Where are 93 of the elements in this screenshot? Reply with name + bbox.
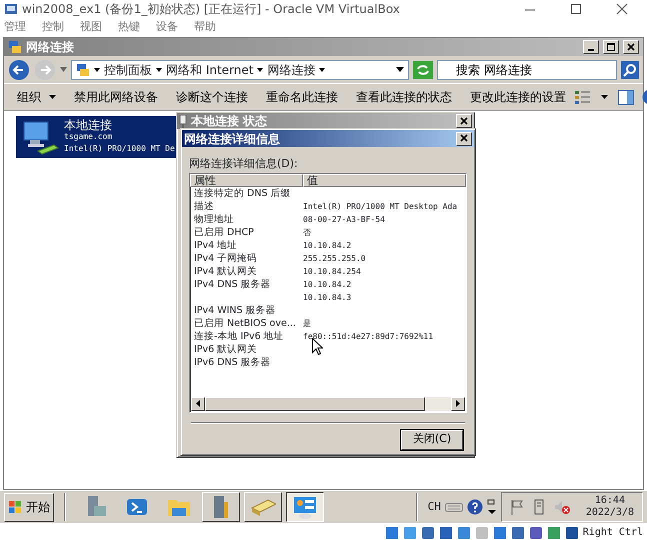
close-icon — [460, 116, 468, 125]
table-cell-text: 连接-本地 IPv6 地址 — [193, 330, 285, 342]
table-cell-text: 08-00-27-A3-BF-54 — [303, 214, 386, 226]
window-title: 网络连接 — [26, 39, 75, 56]
table-cell-text: IPv4 WINS 服务器 — [193, 304, 277, 316]
table-cell-text: 已启用 DHCP — [193, 226, 255, 238]
menu-item[interactable]: 设备 — [156, 18, 178, 36]
table-cell-text: 10.10.84.2 — [303, 278, 352, 290]
preview-pane-icon[interactable] — [618, 90, 634, 104]
menu-item[interactable]: 热键 — [118, 18, 140, 36]
breadcrumb-item[interactable]: 网络连接 — [267, 60, 316, 78]
toolbar-button[interactable]: 禁用此网络设备 — [65, 88, 167, 106]
search-field[interactable]: 搜索 网络连接 — [437, 60, 617, 80]
maximize-button[interactable] — [603, 40, 619, 54]
caret-icon[interactable] — [156, 68, 162, 72]
flag-icon[interactable] — [510, 499, 524, 515]
dropdown-icon[interactable] — [396, 67, 404, 72]
table-cell-text: IPv6 默认网关 — [193, 342, 258, 356]
network-adapter-icon — [179, 114, 187, 128]
dialog-title: 本地连接 状态 — [191, 113, 268, 130]
view-icon[interactable] — [575, 90, 591, 104]
network-connection-item[interactable]: 本地连接 tsgame.com Intel(R) PRO/1000 MT De — [16, 116, 179, 158]
close-icon — [460, 134, 468, 142]
table-cell-text: fe80::51d:4e27:89d7:7692%11 — [303, 330, 434, 342]
maximize-icon[interactable] — [569, 2, 583, 16]
caret-icon[interactable] — [319, 68, 326, 72]
connection-domain: tsgame.com — [64, 131, 112, 143]
clock-time[interactable]: 16:44 — [594, 495, 625, 507]
scroll-left-icon[interactable] — [196, 400, 200, 407]
breadcrumb-item[interactable]: 网络和 Internet — [166, 60, 254, 78]
toolbar-button[interactable]: 重命名此连接 — [257, 88, 347, 106]
close-button[interactable] — [456, 114, 472, 128]
connection-name: 本地连接 — [64, 119, 112, 131]
search-icon[interactable] — [621, 60, 639, 78]
caret-icon[interactable] — [601, 95, 608, 99]
cursor-icon — [312, 338, 323, 355]
table-cell-text: IPv6 DNS 服务器 — [193, 356, 272, 368]
app-icon — [4, 2, 18, 16]
scroll-right-icon[interactable] — [456, 400, 460, 407]
table-cell-text: IPv4 地址 — [193, 238, 238, 252]
table-cell-text: 否 — [303, 226, 312, 238]
refresh-icon[interactable] — [413, 60, 433, 78]
toolbar-button[interactable]: 组织 — [8, 88, 65, 106]
start-button[interactable]: 开始 — [4, 492, 54, 522]
caret-icon[interactable] — [94, 68, 100, 72]
connection-device: Intel(R) PRO/1000 MT De — [64, 143, 175, 155]
column-header[interactable]: 属性 — [190, 174, 303, 186]
clock-date[interactable]: 2022/3/8 — [586, 507, 634, 519]
maximize-icon — [607, 42, 615, 51]
horizontal-scrollbar[interactable] — [191, 396, 465, 410]
table-cell-text: 连接特定的 DNS 后缀 — [193, 186, 292, 200]
address-bar[interactable]: 控制面板 网络和 Internet 网络连接 — [71, 60, 409, 80]
network-status-icon[interactable] — [532, 499, 546, 515]
toolbar-button[interactable]: 更改此连接的设置 — [461, 88, 575, 106]
column-header[interactable]: 值 — [303, 174, 466, 186]
toolbar-button[interactable]: 诊断这个连接 — [167, 88, 257, 106]
menu-item[interactable]: 视图 — [80, 18, 102, 36]
menu-item[interactable]: 管理 — [4, 18, 26, 36]
toolbar-button[interactable]: 查看此连接的状态 — [347, 88, 461, 106]
menu-item[interactable]: 控制 — [42, 18, 64, 36]
close-button[interactable] — [623, 40, 639, 54]
language-indicator[interactable]: CH — [428, 498, 441, 516]
table-cell-text: IPv4 子网掩码 — [193, 252, 258, 264]
table-cell-text: 10.10.84.254 — [303, 266, 362, 278]
minimize-icon — [588, 49, 594, 52]
table-cell-text: Intel(R) PRO/1000 MT Desktop Ada — [303, 200, 458, 212]
table-cell-text: IPv4 DNS 服务器 — [193, 278, 272, 290]
close-button[interactable]: 关闭(C) — [401, 430, 463, 450]
close-button[interactable] — [456, 132, 472, 146]
control-panel-icon — [292, 494, 318, 520]
close-icon — [627, 42, 635, 51]
taskbar-button[interactable] — [286, 492, 324, 522]
caret-icon[interactable] — [257, 68, 264, 72]
windows-logo-icon — [8, 500, 22, 514]
table-cell-text: 描述 — [193, 200, 215, 212]
menu-item[interactable]: 帮助 — [194, 18, 216, 36]
breadcrumb-item[interactable]: 控制面板 — [104, 60, 152, 78]
list-label: 网络连接详细信息(D): — [189, 156, 299, 172]
table-cell-text: 已启用 NetBIOS ove... — [193, 316, 297, 330]
options-icon[interactable] — [486, 499, 497, 515]
table-cell-text: 是 — [303, 318, 312, 330]
table-cell-text: 255.255.255.0 — [303, 252, 367, 264]
window-title: win2008_ex1 (备份1_初始状态) [正在运行] - Oracle VM VirtualBox — [22, 0, 401, 18]
table-cell-text: 物理地址 — [193, 212, 235, 226]
table-cell-text: IPv4 默认网关 — [193, 264, 258, 278]
close-icon[interactable] — [615, 2, 629, 16]
table-cell-text: 10.10.84.3 — [303, 292, 352, 304]
table-cell-text: 10.10.84.2 — [303, 240, 352, 252]
dialog-title: 网络连接详细信息 — [184, 130, 281, 148]
back-icon[interactable] — [8, 58, 30, 80]
mute-icon[interactable] — [554, 499, 570, 515]
minimize-button[interactable] — [583, 40, 599, 54]
host-key-label: Right Ctrl — [582, 526, 643, 540]
